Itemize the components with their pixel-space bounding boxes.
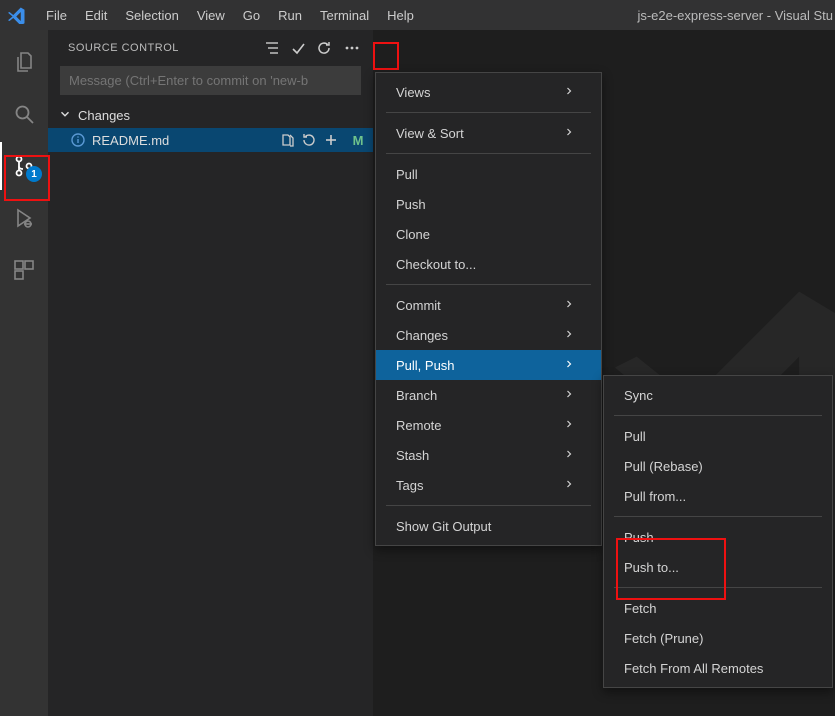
menu-bar: File Edit Selection View Go Run Terminal… [38,4,422,27]
menu-go[interactable]: Go [235,4,268,27]
cm-sub-push[interactable]: Push [604,522,832,552]
changes-label: Changes [78,108,130,123]
cm-stash[interactable]: Stash [376,440,601,470]
changed-file-row[interactable]: README.md M [48,128,373,152]
cm-views[interactable]: Views [376,77,601,107]
panel-title: SOURCE CONTROL [68,42,179,54]
menu-terminal[interactable]: Terminal [312,4,377,27]
more-actions-wrap [339,35,365,61]
separator [614,415,822,416]
separator [614,587,822,588]
chevron-right-icon [563,85,573,100]
more-icon [344,40,360,56]
separator [386,112,591,113]
cm-sub-fetch-all[interactable]: Fetch From All Remotes [604,653,832,683]
scm-badge: 1 [26,166,42,182]
cm-tags[interactable]: Tags [376,470,601,500]
activity-run-debug[interactable] [0,194,48,242]
file-row-actions [277,130,341,150]
stage-changes-button[interactable] [321,130,341,150]
menu-view[interactable]: View [189,4,233,27]
cm-branch[interactable]: Branch [376,380,601,410]
separator [386,284,591,285]
menu-selection[interactable]: Selection [117,4,186,27]
chevron-right-icon [563,388,573,403]
chevron-right-icon [563,448,573,463]
cm-commit[interactable]: Commit [376,290,601,320]
menu-edit[interactable]: Edit [77,4,115,27]
changes-section[interactable]: Changes [48,103,373,128]
file-status: M [351,133,365,148]
refresh-icon [316,40,332,56]
menu-run[interactable]: Run [270,4,310,27]
debug-icon [12,206,36,230]
activity-explorer[interactable] [0,38,48,86]
panel-header: SOURCE CONTROL [48,30,373,66]
chevron-right-icon [563,418,573,433]
refresh-button[interactable] [313,37,335,59]
more-actions-button[interactable] [341,37,363,59]
activity-bar: 1 [0,30,48,716]
scm-more-context-menu: Views View & Sort Pull Push Clone Checko… [375,72,602,546]
chevron-right-icon [563,126,573,141]
menu-help[interactable]: Help [379,4,422,27]
chevron-right-icon [563,298,573,313]
discard-changes-button[interactable] [299,130,319,150]
cm-remote[interactable]: Remote [376,410,601,440]
cm-show-git-output[interactable]: Show Git Output [376,511,601,541]
plus-icon [323,132,339,148]
view-as-tree-button[interactable] [261,37,283,59]
separator [386,505,591,506]
cm-pull-push[interactable]: Pull, Push [376,350,601,380]
cm-sub-fetch[interactable]: Fetch [604,593,832,623]
cm-changes[interactable]: Changes [376,320,601,350]
title-bar: js-e2e-express-server - Visual Stu File … [0,0,835,30]
search-icon [12,102,36,126]
separator [614,516,822,517]
vscode-logo-icon [8,6,26,24]
tree-icon [264,40,280,56]
commit-button[interactable] [287,37,309,59]
activity-extensions[interactable] [0,246,48,294]
file-name: README.md [92,133,271,148]
check-icon [290,40,306,56]
cm-sub-pull-rebase[interactable]: Pull (Rebase) [604,451,832,481]
chevron-right-icon [563,328,573,343]
chevron-down-icon [58,107,72,124]
cm-checkout-to[interactable]: Checkout to... [376,249,601,279]
chevron-right-icon [563,478,573,493]
menu-file[interactable]: File [38,4,75,27]
cm-push[interactable]: Push [376,189,601,219]
files-icon [12,50,36,74]
cm-view-sort[interactable]: View & Sort [376,118,601,148]
open-file-button[interactable] [277,130,297,150]
extensions-icon [12,258,36,282]
cm-sub-fetch-prune[interactable]: Fetch (Prune) [604,623,832,653]
pull-push-submenu: Sync Pull Pull (Rebase) Pull from... Pus… [603,375,833,688]
activity-source-control[interactable]: 1 [0,142,48,190]
cm-sub-pull-from[interactable]: Pull from... [604,481,832,511]
chevron-right-icon [563,358,573,373]
cm-clone[interactable]: Clone [376,219,601,249]
sidebar: SOURCE CONTROL [48,30,373,716]
info-icon [70,132,86,148]
cm-sync[interactable]: Sync [604,380,832,410]
panel-actions [261,35,365,61]
separator [386,153,591,154]
cm-pull[interactable]: Pull [376,159,601,189]
undo-icon [301,132,317,148]
activity-search[interactable] [0,90,48,138]
cm-sub-pull[interactable]: Pull [604,421,832,451]
cm-sub-push-to[interactable]: Push to... [604,552,832,582]
open-file-icon [279,132,295,148]
commit-message-input[interactable] [60,66,361,95]
